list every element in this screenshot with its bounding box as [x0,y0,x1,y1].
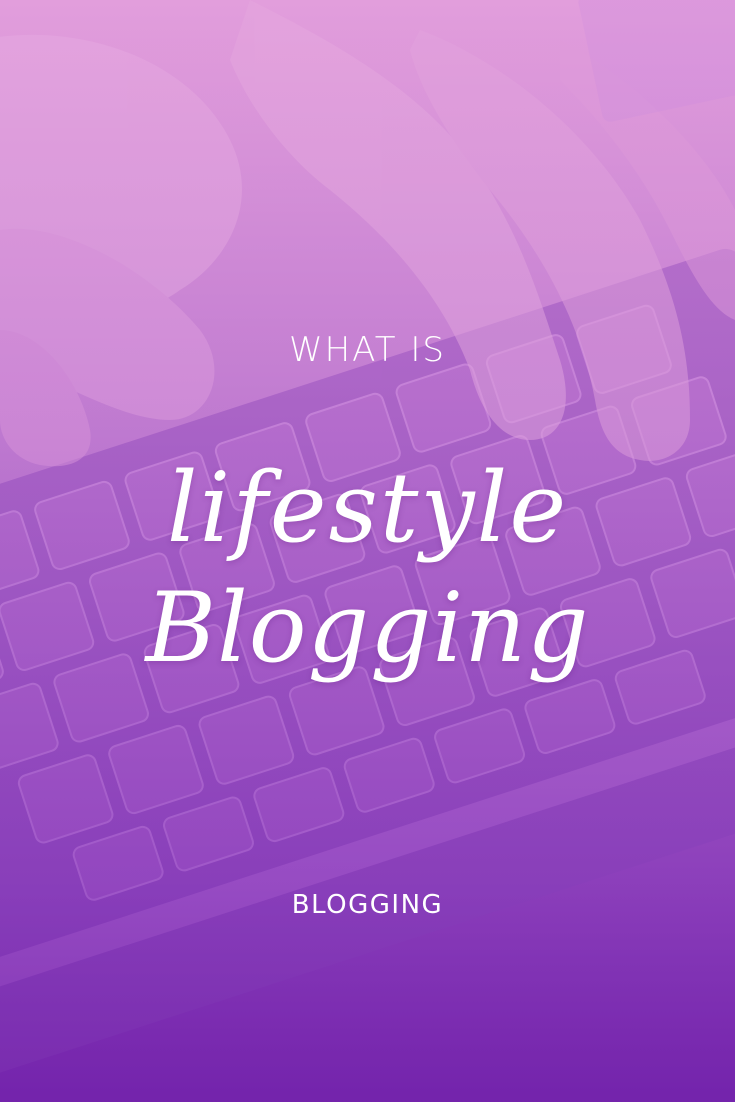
title-line-2: Blogging [145,572,590,684]
category-label: BLOGGING [291,890,444,920]
kicker-text: WHAT IS [289,330,446,370]
pin-graphic: WHAT IS lifestyle Blogging BLOGGING [0,0,735,1102]
title-line-1: lifestyle [166,452,569,564]
